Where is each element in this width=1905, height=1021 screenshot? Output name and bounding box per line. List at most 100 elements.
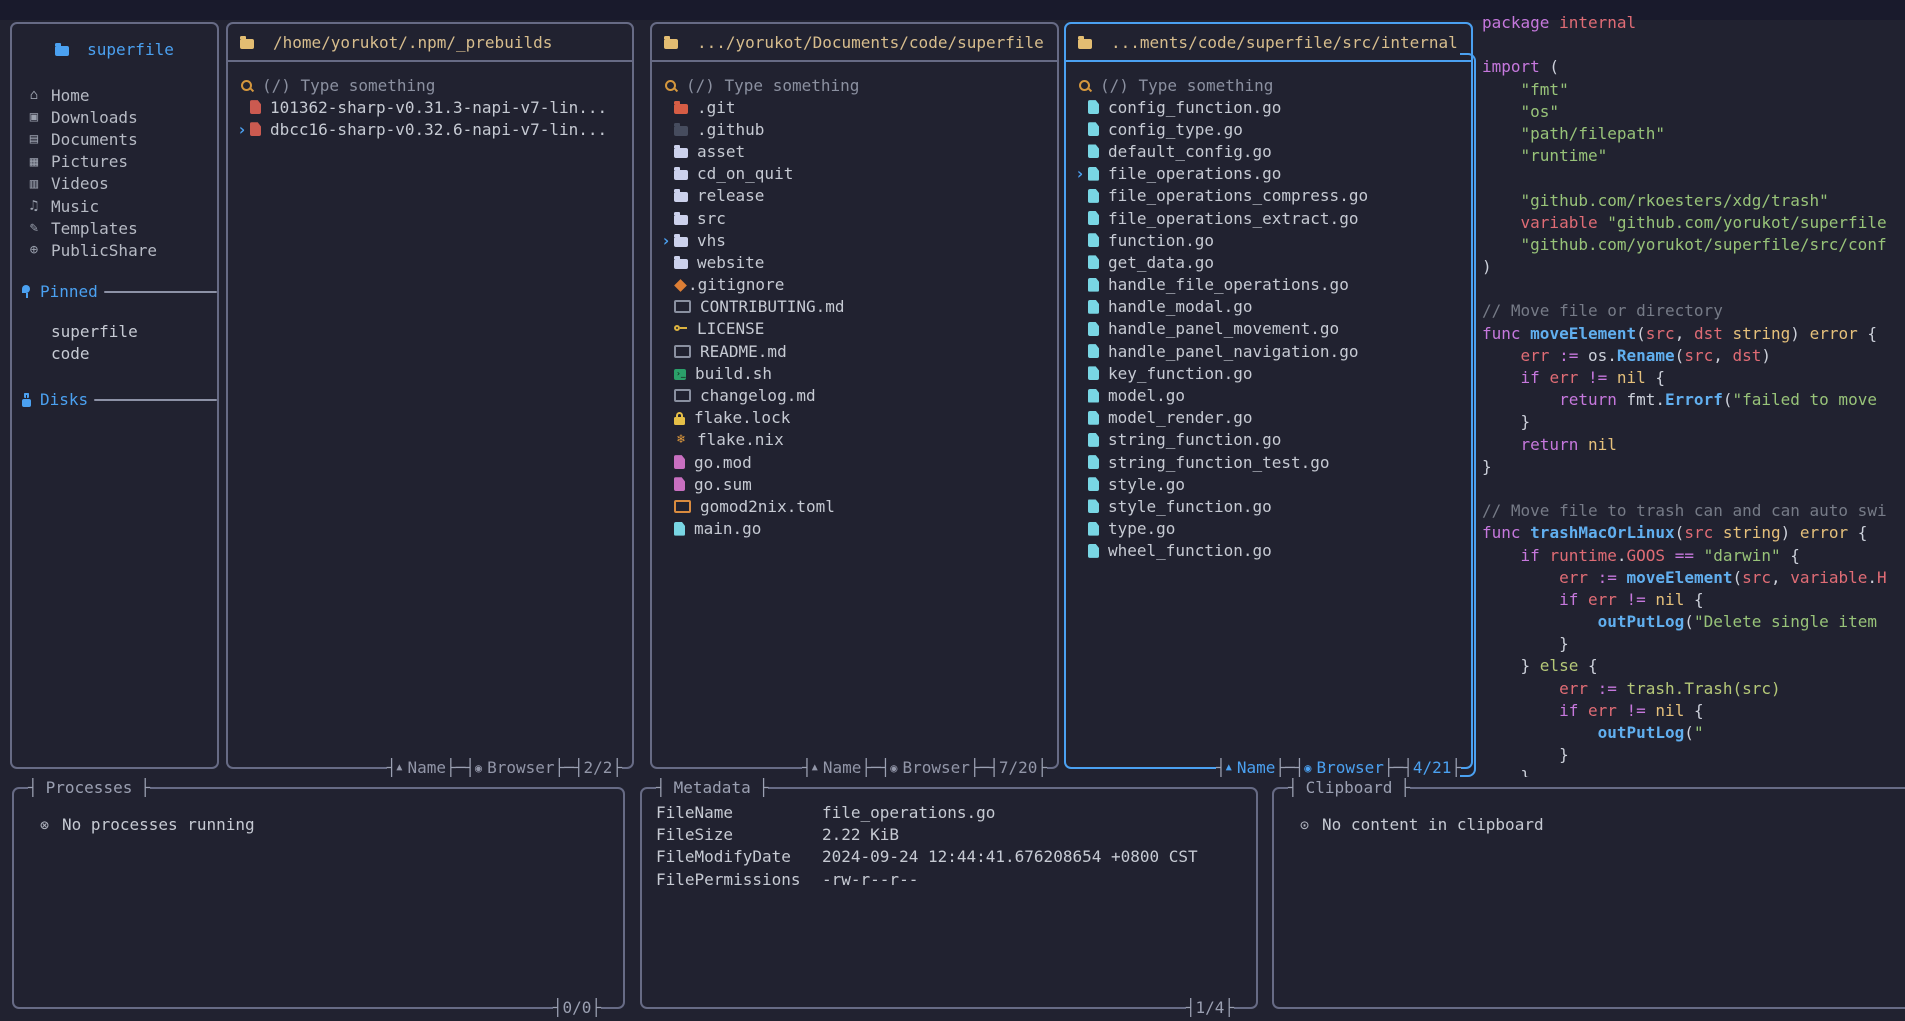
panel-path: /home/yorukot/.npm/_prebuilds — [273, 33, 552, 52]
go-file-icon — [1088, 499, 1099, 513]
frame-glyph: ├─┤ — [555, 757, 584, 779]
go-file-icon — [1088, 455, 1099, 469]
file-row[interactable]: key_function.go — [1066, 362, 1471, 384]
file-row[interactable]: changelog.md — [652, 384, 1057, 406]
sidebar-item-videos[interactable]: ▥Videos — [12, 173, 217, 195]
file-name: website — [697, 253, 764, 272]
panel-footer: ┤▲Name├─┤◉Browser├─┤2/2├ — [387, 757, 622, 779]
sidebar-item-music[interactable]: ♫Music — [12, 195, 217, 217]
file-row[interactable]: cd_on_quit — [652, 163, 1057, 185]
sidebar-item-publicshare[interactable]: ⊕PublicShare — [12, 239, 217, 261]
file-row[interactable]: ›file_operations.go — [1066, 163, 1471, 185]
nix-file-icon — [674, 432, 688, 447]
file-row[interactable]: handle_modal.go — [1066, 296, 1471, 318]
file-row[interactable]: get_data.go — [1066, 251, 1471, 273]
frame-glyph: ├ — [591, 998, 601, 1017]
file-row[interactable]: gomod2nix.toml — [652, 495, 1057, 517]
file-row[interactable]: website — [652, 251, 1057, 273]
file-row[interactable]: README.md — [652, 340, 1057, 362]
file-row[interactable]: .gitignore — [652, 274, 1057, 296]
file-row[interactable]: model_render.go — [1066, 407, 1471, 429]
pinned-item-superfile[interactable]: superfile — [12, 321, 217, 343]
file-count: 2/2 — [583, 757, 612, 779]
sidebar: superfile ⌂Home▣Downloads▤Documents▦Pict… — [10, 22, 219, 769]
file-row[interactable]: build.sh — [652, 362, 1057, 384]
file-row[interactable]: LICENSE — [652, 318, 1057, 340]
search-bar[interactable]: (/) Type something — [664, 74, 1045, 96]
file-name: src — [697, 209, 726, 228]
downloads-icon: ▣ — [24, 109, 44, 125]
file-count: 7/20 — [999, 757, 1038, 779]
file-row[interactable]: string_function.go — [1066, 429, 1471, 451]
file-panel-prebuilds: /home/yorukot/.npm/_prebuilds (/) Type s… — [226, 22, 634, 769]
file-row[interactable]: config_type.go — [1066, 118, 1471, 140]
file-row[interactable]: wheel_function.go — [1066, 540, 1471, 562]
file-row[interactable]: default_config.go — [1066, 140, 1471, 162]
file-row[interactable]: handle_panel_navigation.go — [1066, 340, 1471, 362]
toml-file-icon — [674, 500, 691, 513]
file-row[interactable]: .github — [652, 118, 1057, 140]
file-row[interactable]: CONTRIBUTING.md — [652, 296, 1057, 318]
file-row[interactable]: handle_panel_movement.go — [1066, 318, 1471, 340]
file-name: string_function_test.go — [1108, 453, 1330, 472]
sort-label[interactable]: Name — [1237, 757, 1276, 779]
frame-glyph: ├─┤ — [446, 757, 475, 779]
file-row[interactable]: style.go — [1066, 473, 1471, 495]
sidebar-item-documents[interactable]: ▤Documents — [12, 128, 217, 150]
file-row[interactable]: type.go — [1066, 518, 1471, 540]
sort-asc-icon[interactable]: ▲ — [396, 757, 402, 779]
no-clipboard-icon: ⊙ — [1300, 816, 1309, 834]
file-row[interactable]: function.go — [1066, 229, 1471, 251]
processes-count-value: 0/0 — [562, 998, 591, 1017]
file-row[interactable]: config_function.go — [1066, 96, 1471, 118]
go-file-icon — [1088, 233, 1099, 247]
processes-title-label: Processes — [38, 777, 141, 799]
file-row[interactable]: 101362-sharp-v0.31.3-napi-v7-lin... — [228, 96, 632, 118]
cursor-indicator: › — [1072, 164, 1088, 183]
file-row[interactable]: ›dbcc16-sharp-v0.32.6-napi-v7-lin... — [228, 118, 632, 140]
file-row[interactable]: flake.lock — [652, 407, 1057, 429]
file-row[interactable]: main.go — [652, 518, 1057, 540]
file-row[interactable]: model.go — [1066, 384, 1471, 406]
processes-panel: ┤Processes├ ⊗ No processes running ┤0/0├ — [12, 787, 625, 1009]
search-bar[interactable]: (/) Type something — [240, 74, 620, 96]
search-bar[interactable]: (/) Type something — [1078, 74, 1459, 96]
sidebar-item-templates[interactable]: ✎Templates — [12, 217, 217, 239]
disks-divider — [94, 399, 217, 401]
file-name: wheel_function.go — [1108, 541, 1272, 560]
metadata-count-value: 1/4 — [1195, 998, 1224, 1017]
sort-asc-icon[interactable]: ▲ — [1226, 757, 1232, 779]
file-row[interactable]: release — [652, 185, 1057, 207]
file-row[interactable]: file_operations_extract.go — [1066, 207, 1471, 229]
frame-glyph: ├ — [1400, 777, 1410, 799]
file-row[interactable]: src — [652, 207, 1057, 229]
file-row[interactable]: asset — [652, 140, 1057, 162]
file-row[interactable]: file_operations_compress.go — [1066, 185, 1471, 207]
git-file-icon — [674, 104, 688, 114]
folder-icon — [664, 39, 678, 49]
file-row[interactable]: go.sum — [652, 473, 1057, 495]
file-row[interactable]: .git — [652, 96, 1057, 118]
frame-glyph: ┤ — [387, 757, 397, 779]
sort-label[interactable]: Name — [823, 757, 862, 779]
file-panel-internal-active: ...ments/code/superfile/src/internal (/)… — [1064, 22, 1473, 769]
sort-asc-icon[interactable]: ▲ — [812, 757, 818, 779]
folder-icon — [1078, 39, 1092, 49]
sidebar-item-pictures[interactable]: ▦Pictures — [12, 151, 217, 173]
file-row[interactable]: flake.nix — [652, 429, 1057, 451]
metadata-key: FilePermissions — [656, 869, 822, 891]
publicshare-icon: ⊕ — [24, 242, 44, 258]
file-row[interactable]: style_function.go — [1066, 495, 1471, 517]
sidebar-item-home[interactable]: ⌂Home — [12, 84, 217, 106]
frame-glyph: ├─┤ — [1384, 757, 1413, 779]
sidebar-nav: ⌂Home▣Downloads▤Documents▦Pictures▥Video… — [12, 84, 217, 262]
file-row[interactable]: string_function_test.go — [1066, 451, 1471, 473]
file-row[interactable]: go.mod — [652, 451, 1057, 473]
sort-label[interactable]: Name — [407, 757, 446, 779]
file-name: asset — [697, 142, 745, 161]
file-name: config_type.go — [1108, 120, 1243, 139]
file-row[interactable]: handle_file_operations.go — [1066, 274, 1471, 296]
sidebar-item-downloads[interactable]: ▣Downloads — [12, 106, 217, 128]
pinned-item-code[interactable]: code — [12, 343, 217, 365]
file-row[interactable]: ›vhs — [652, 229, 1057, 251]
